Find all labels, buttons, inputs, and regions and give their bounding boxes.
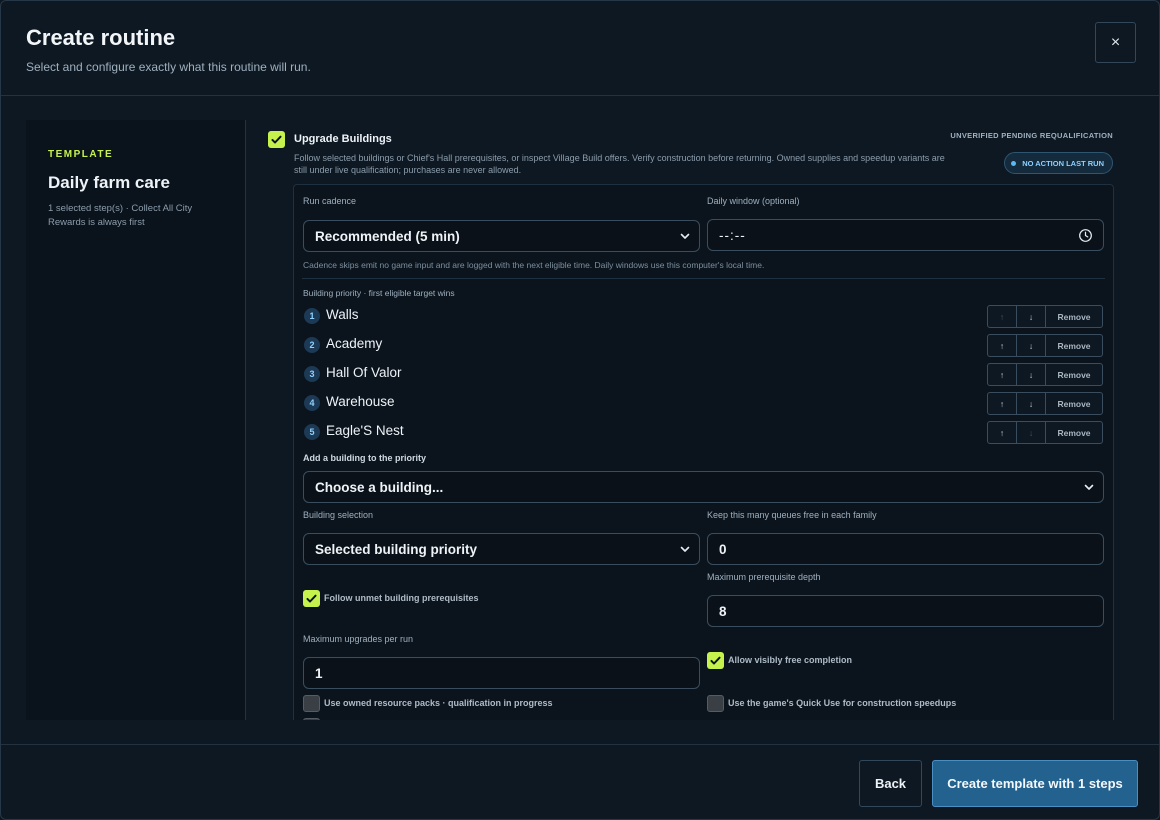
max-upgrades-input[interactable]: 1: [303, 657, 700, 689]
back-button[interactable]: Back: [859, 760, 922, 807]
max-depth-value: 8: [719, 603, 727, 619]
remove-button[interactable]: Remove: [1045, 392, 1103, 415]
move-up-button[interactable]: ↑: [987, 305, 1017, 328]
priority-building-name: Warehouse: [326, 394, 395, 409]
priority-number: 2: [304, 337, 320, 353]
priority-building-name: Academy: [326, 336, 383, 351]
priority-row: 2 Academy ↑ ↓ Remove: [302, 334, 1105, 357]
section-divider: [302, 278, 1105, 279]
quick-use-checkbox[interactable]: [707, 695, 724, 712]
priority-building-name: Walls: [326, 307, 359, 322]
max-upgrades-label: Maximum upgrades per run: [303, 634, 414, 644]
upgrade-buildings-checkbox[interactable]: [268, 131, 285, 148]
resource-packs-label: Use owned resource packs · qualification…: [324, 698, 553, 708]
step-config-panel: Run cadence Recommended (5 min) Daily wi…: [293, 184, 1114, 720]
priority-building-name: Eagle'S Nest: [326, 423, 404, 438]
move-up-button[interactable]: ↑: [987, 392, 1017, 415]
create-routine-modal: Create routine Select and configure exac…: [0, 0, 1160, 820]
run-cadence-value: Recommended (5 min): [315, 228, 460, 244]
priority-label: Building priority · first eligible targe…: [303, 288, 455, 298]
template-name: Daily farm care: [48, 173, 170, 192]
priority-building-name: Hall Of Valor: [326, 365, 402, 380]
building-selection-value: Selected building priority: [315, 541, 478, 557]
move-down-button[interactable]: ↓: [1016, 363, 1046, 386]
max-upgrades-value: 1: [315, 665, 323, 681]
follow-prereq-label: Follow unmet building prerequisites: [324, 593, 479, 603]
remove-button[interactable]: Remove: [1045, 305, 1103, 328]
modal-title: Create routine: [26, 25, 176, 50]
checkmark-icon: [710, 656, 721, 665]
move-up-button[interactable]: ↑: [987, 421, 1017, 444]
remove-button[interactable]: Remove: [1045, 363, 1103, 386]
remove-button[interactable]: Remove: [1045, 421, 1103, 444]
max-depth-label: Maximum prerequisite depth: [707, 572, 821, 582]
add-building-value: Choose a building...: [315, 479, 444, 495]
building-selection-label: Building selection: [303, 510, 374, 520]
step-title: Upgrade Buildings: [294, 133, 392, 145]
move-down-button[interactable]: ↓: [1016, 305, 1046, 328]
queues-free-label: Keep this many queues free in each famil…: [707, 510, 877, 520]
move-up-button[interactable]: ↑: [987, 363, 1017, 386]
status-label: UNVERIFIED PENDING REQUALIFICATION: [950, 131, 1113, 140]
create-template-button[interactable]: Create template with 1 steps: [932, 760, 1138, 807]
move-down-button[interactable]: ↓: [1016, 421, 1046, 444]
close-button[interactable]: ×: [1095, 22, 1136, 63]
chevron-down-icon: [1084, 484, 1094, 490]
building-selection-select[interactable]: Selected building priority: [303, 533, 700, 565]
free-completion-checkbox[interactable]: [707, 652, 724, 669]
modal-subtitle: Select and configure exactly what this r…: [26, 60, 311, 74]
queues-free-value: 0: [719, 541, 727, 557]
cadence-hint: Cadence skips emit no game input and are…: [303, 260, 765, 270]
daily-window-label: Daily window (optional): [707, 196, 800, 206]
priority-row: 4 Warehouse ↑ ↓ Remove: [302, 392, 1105, 415]
daily-window-input[interactable]: --:--: [707, 219, 1104, 251]
move-down-button[interactable]: ↓: [1016, 392, 1046, 415]
status-badge-text: NO ACTION LAST RUN: [1022, 158, 1104, 168]
add-building-select[interactable]: Choose a building...: [303, 471, 1104, 503]
partial-checkbox[interactable]: [303, 718, 320, 720]
run-cadence-select[interactable]: Recommended (5 min): [303, 220, 700, 252]
checkmark-icon: [306, 594, 317, 603]
max-depth-input[interactable]: 8: [707, 595, 1104, 627]
chevron-down-icon: [680, 546, 690, 552]
priority-number: 5: [304, 424, 320, 440]
status-dot-icon: [1011, 160, 1017, 166]
step-config-area: Upgrade Buildings Follow selected buildi…: [247, 120, 1135, 720]
quick-use-label: Use the game's Quick Use for constructio…: [728, 698, 957, 708]
template-label: TEMPLATE: [48, 149, 114, 160]
priority-number: 3: [304, 366, 320, 382]
clock-icon[interactable]: [1078, 228, 1093, 243]
priority-row: 1 Walls ↑ ↓ Remove: [302, 305, 1105, 328]
step-description: Follow selected buildings or Chief's Hal…: [294, 153, 945, 175]
remove-button[interactable]: Remove: [1045, 334, 1103, 357]
follow-prereq-checkbox[interactable]: [303, 590, 320, 607]
resource-packs-checkbox[interactable]: [303, 695, 320, 712]
modal-footer: Back Create template with 1 steps: [1, 744, 1159, 819]
run-cadence-label: Run cadence: [303, 196, 357, 206]
move-up-button[interactable]: ↑: [987, 334, 1017, 357]
template-description: 1 selected step(s) · Collect All City Re…: [48, 203, 193, 228]
priority-row: 5 Eagle'S Nest ↑ ↓ Remove: [302, 421, 1105, 444]
daily-window-value: --:--: [719, 227, 746, 243]
queues-free-input[interactable]: 0: [707, 533, 1104, 565]
move-down-button[interactable]: ↓: [1016, 334, 1046, 357]
priority-number: 1: [304, 308, 320, 324]
status-badge: NO ACTION LAST RUN: [1004, 152, 1113, 174]
priority-row: 3 Hall Of Valor ↑ ↓ Remove: [302, 363, 1105, 386]
free-completion-label: Allow visibly free completion: [728, 655, 853, 665]
add-building-label: Add a building to the priority: [303, 453, 426, 463]
priority-number: 4: [304, 395, 320, 411]
checkmark-icon: [271, 135, 282, 144]
chevron-down-icon: [680, 233, 690, 239]
modal-header: Create routine Select and configure exac…: [1, 1, 1159, 96]
close-icon: ×: [1110, 33, 1121, 51]
template-sidebar: TEMPLATE Daily farm care 1 selected step…: [26, 120, 246, 720]
